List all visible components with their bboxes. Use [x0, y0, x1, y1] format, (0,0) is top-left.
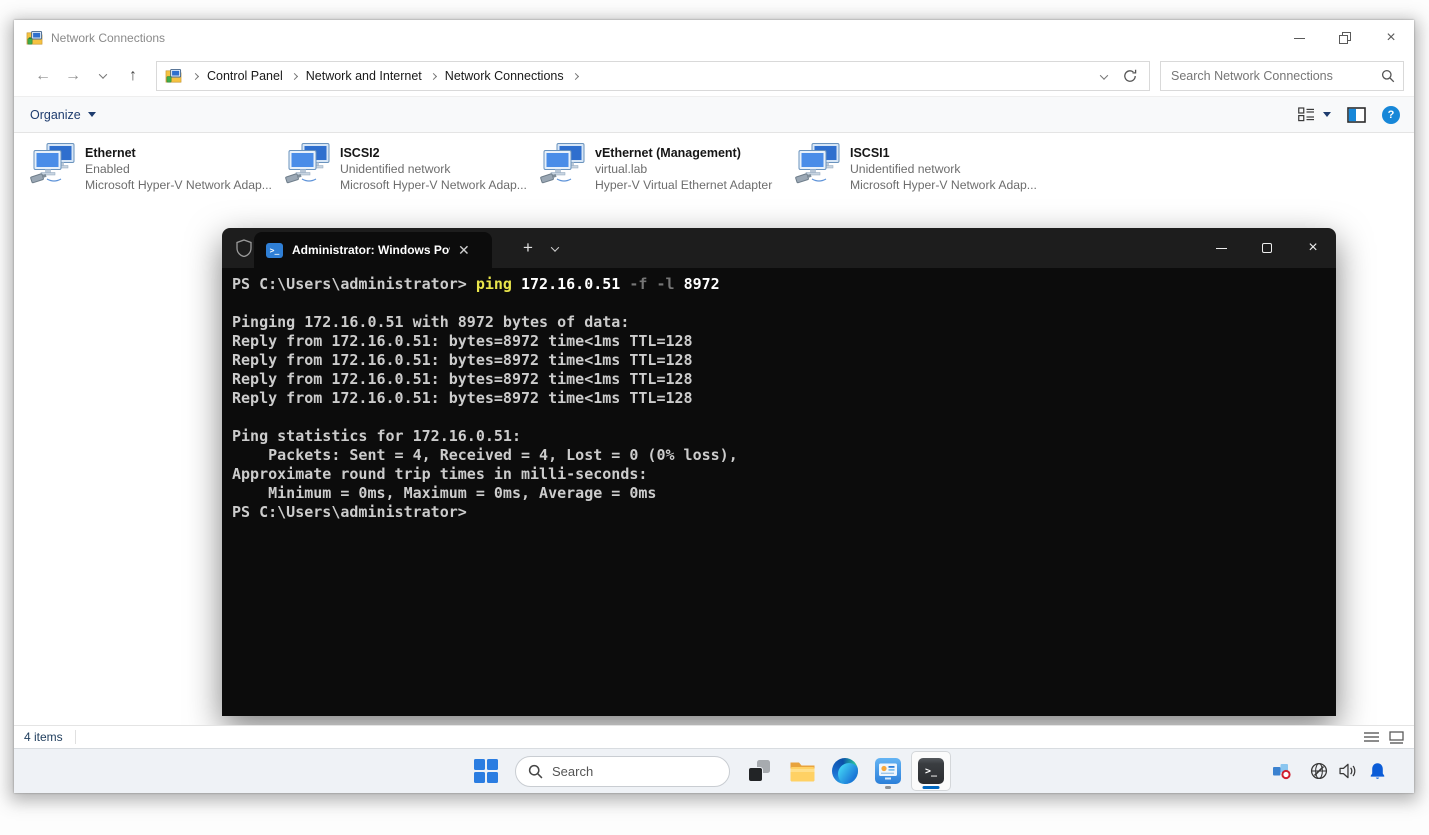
network-adapter-item[interactable]: vEthernet (Management) virtual.lab Hyper… — [540, 143, 795, 193]
task-view-button[interactable] — [739, 751, 779, 791]
network-connections-icon — [26, 30, 43, 47]
preview-pane-icon[interactable] — [1347, 106, 1366, 123]
breadcrumb-network-connections[interactable]: Network Connections — [443, 69, 566, 83]
adapter-device: Microsoft Hyper-V Network Adap... — [850, 178, 1037, 192]
adapter-status: Enabled — [85, 162, 130, 176]
restore-button[interactable] — [1322, 20, 1368, 56]
windows-logo-icon — [474, 759, 498, 783]
admin-shield-icon — [236, 239, 252, 257]
organize-button[interactable]: Organize — [30, 108, 96, 122]
network-adapter-item[interactable]: ISCSI1 Unidentified network Microsoft Hy… — [795, 143, 1050, 193]
start-button[interactable] — [466, 751, 506, 791]
running-indicator — [885, 786, 891, 789]
adapter-status: Unidentified network — [850, 162, 961, 176]
taskbar-search-label: Search — [552, 763, 594, 779]
recent-locations-chevron[interactable] — [88, 61, 118, 91]
help-button[interactable]: ? — [1382, 105, 1400, 124]
network-adapter-item[interactable]: ISCSI2 Unidentified network Microsoft Hy… — [285, 143, 540, 193]
volume-icon[interactable] — [1339, 763, 1358, 779]
breadcrumb-network-and-internet[interactable]: Network and Internet — [304, 69, 424, 83]
search-box[interactable] — [1160, 61, 1404, 91]
control-panel-button[interactable] — [868, 751, 908, 791]
search-input[interactable] — [1171, 69, 1381, 83]
adapter-status: Unidentified network — [340, 162, 451, 176]
edge-icon — [832, 758, 858, 784]
adapter-device: Microsoft Hyper-V Network Adap... — [85, 178, 272, 192]
terminal-icon: >_ — [918, 758, 944, 784]
adapter-status: virtual.lab — [595, 162, 648, 176]
search-icon[interactable] — [1381, 69, 1395, 83]
organize-label: Organize — [30, 107, 81, 122]
details-layout-icon[interactable] — [1364, 731, 1379, 743]
up-button[interactable]: ↑ — [118, 61, 148, 91]
network-adapter-icon — [540, 143, 586, 185]
terminal-maximize-button[interactable] — [1244, 228, 1290, 268]
terminal-taskbar-button[interactable]: >_ — [911, 751, 951, 791]
window-title: Network Connections — [51, 31, 166, 45]
details-view-icon — [1298, 107, 1315, 122]
explorer-toolbar: Organize ? — [14, 96, 1414, 133]
adapter-device: Hyper-V Virtual Ethernet Adapter — [595, 178, 773, 192]
items-count: 4 items — [24, 730, 63, 744]
network-adapter-item[interactable]: Ethernet Enabled Microsoft Hyper-V Netwo… — [30, 143, 285, 193]
desktop-screenshot: Network Connections × ← → ↑ Control Pane… — [14, 20, 1414, 793]
breadcrumb-separator — [429, 72, 437, 80]
address-row: ← → ↑ Control Panel Network and Internet… — [14, 56, 1414, 96]
folder-content-area[interactable]: Ethernet Enabled Microsoft Hyper-V Netwo… — [14, 133, 1414, 725]
adapter-name: ISCSI2 — [340, 146, 380, 160]
tray-app-icon[interactable] — [1272, 762, 1292, 780]
breadcrumb-separator — [191, 72, 200, 80]
terminal-tab[interactable]: >_ Administrator: Windows Pow ✕ — [254, 232, 492, 268]
file-explorer-icon — [789, 760, 816, 782]
explorer-titlebar: Network Connections × — [14, 20, 1414, 56]
adapter-name: Ethernet — [85, 146, 136, 160]
taskbar: Search >_ — [14, 748, 1414, 793]
terminal-tab-title: Administrator: Windows Pow — [292, 243, 450, 257]
adapter-device: Microsoft Hyper-V Network Adap... — [340, 178, 527, 192]
file-explorer-button[interactable] — [782, 751, 822, 791]
view-dropdown-icon — [1323, 112, 1331, 117]
organize-dropdown-icon — [87, 112, 96, 117]
terminal-titlebar[interactable]: >_ Administrator: Windows Pow ✕ + × — [222, 228, 1336, 268]
task-view-icon — [748, 760, 770, 782]
control-panel-icon — [875, 758, 901, 784]
breadcrumb-separator — [290, 72, 298, 80]
statusbar-divider — [74, 730, 76, 744]
network-no-internet-icon[interactable] — [1310, 762, 1328, 780]
terminal-close-button[interactable]: × — [1290, 228, 1336, 268]
thumbnail-layout-icon[interactable] — [1389, 730, 1404, 744]
minimize-button[interactable] — [1276, 20, 1322, 56]
active-running-indicator — [922, 786, 940, 789]
location-icon — [165, 68, 182, 85]
terminal-minimize-button[interactable] — [1198, 228, 1244, 268]
network-adapter-icon — [795, 143, 841, 185]
adapter-name: vEthernet (Management) — [595, 146, 741, 160]
breadcrumb-separator — [571, 72, 579, 80]
explorer-statusbar: 4 items — [14, 725, 1414, 748]
new-tab-button[interactable]: + — [515, 236, 541, 260]
taskbar-search[interactable]: Search — [515, 755, 730, 787]
terminal-output[interactable]: PS C:\Users\administrator> ping 172.16.0… — [222, 268, 1336, 716]
adapter-name: ISCSI1 — [850, 146, 890, 160]
powershell-icon: >_ — [266, 242, 283, 258]
forward-button[interactable]: → — [58, 61, 88, 91]
breadcrumb-control-panel[interactable]: Control Panel — [205, 69, 285, 83]
refresh-icon[interactable] — [1123, 69, 1137, 83]
edge-button[interactable] — [825, 751, 865, 791]
search-icon — [528, 764, 543, 779]
tab-dropdown-button[interactable] — [550, 239, 560, 257]
change-view-button[interactable] — [1298, 107, 1331, 122]
back-button[interactable]: ← — [28, 61, 58, 91]
address-dropdown-chevron[interactable] — [1099, 67, 1109, 85]
close-button[interactable]: × — [1368, 20, 1414, 56]
adapter-list: Ethernet Enabled Microsoft Hyper-V Netwo… — [30, 143, 1050, 193]
network-adapter-icon — [285, 143, 331, 185]
notifications-bell-icon[interactable] — [1369, 762, 1386, 780]
tab-close-icon[interactable]: ✕ — [454, 241, 474, 259]
address-bar[interactable]: Control Panel Network and Internet Netwo… — [156, 61, 1150, 91]
network-adapter-icon — [30, 143, 76, 185]
terminal-window: >_ Administrator: Windows Pow ✕ + × PS C… — [222, 228, 1336, 716]
